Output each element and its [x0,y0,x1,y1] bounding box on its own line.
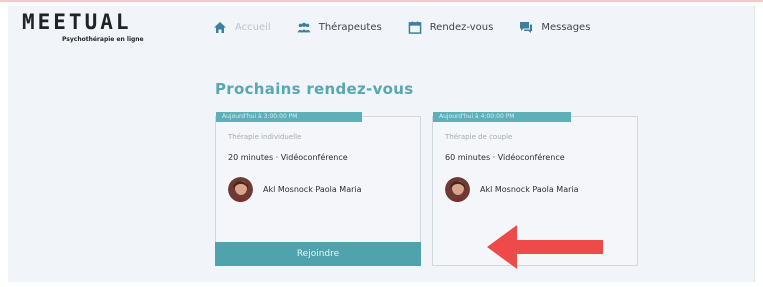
brand-logo[interactable]: MEETUAL Psychothérapie en ligne [22,10,144,43]
main-nav: Accueil Thérapeutes Rendez-vous Messages [213,17,616,37]
appointment-date-badge: Aujourd'hui à 3:00:00 PM [216,112,362,122]
therapist-name: Akl Mosnock Paola Maria [480,185,579,194]
home-icon [214,21,226,33]
arrow-left-icon [487,225,603,269]
nav-item-therapists[interactable]: Thérapeutes [297,21,382,34]
nav-item-label: Thérapeutes [318,21,382,33]
nav-item-label: Accueil [235,21,271,33]
chat-icon [520,21,533,33]
appointment-date-badge: Aujourd'hui à 4:00:00 PM [433,112,571,122]
appointment-type: Thérapie individuelle [228,133,302,141]
nav-item-messages[interactable]: Messages [519,21,590,34]
appointment-type: Thérapie de couple [445,133,513,141]
avatar [228,177,253,202]
nav-item-home[interactable]: Accueil [213,21,271,34]
therapist-name: Akl Mosnock Paola Maria [263,185,362,194]
brand-name: MEETUAL [22,10,132,34]
nav-item-label: Messages [541,21,591,33]
therapist-info[interactable]: Akl Mosnock Paola Maria [228,177,362,202]
appointment-details: 20 minutes · Vidéoconférence [228,153,348,162]
people-icon [297,22,311,32]
therapist-info[interactable]: Akl Mosnock Paola Maria [445,177,579,202]
brand-tagline: Psychothérapie en ligne [62,36,144,43]
top-border [0,0,763,2]
calendar-icon [408,20,422,34]
join-button[interactable]: Rejoindre [215,242,421,266]
section-title: Prochains rendez-vous [215,80,414,98]
avatar [445,177,470,202]
nav-item-label: Rendez-vous [429,21,494,33]
appointment-details: 60 minutes · Vidéoconférence [445,153,565,162]
nav-item-appointments[interactable]: Rendez-vous [408,20,494,34]
